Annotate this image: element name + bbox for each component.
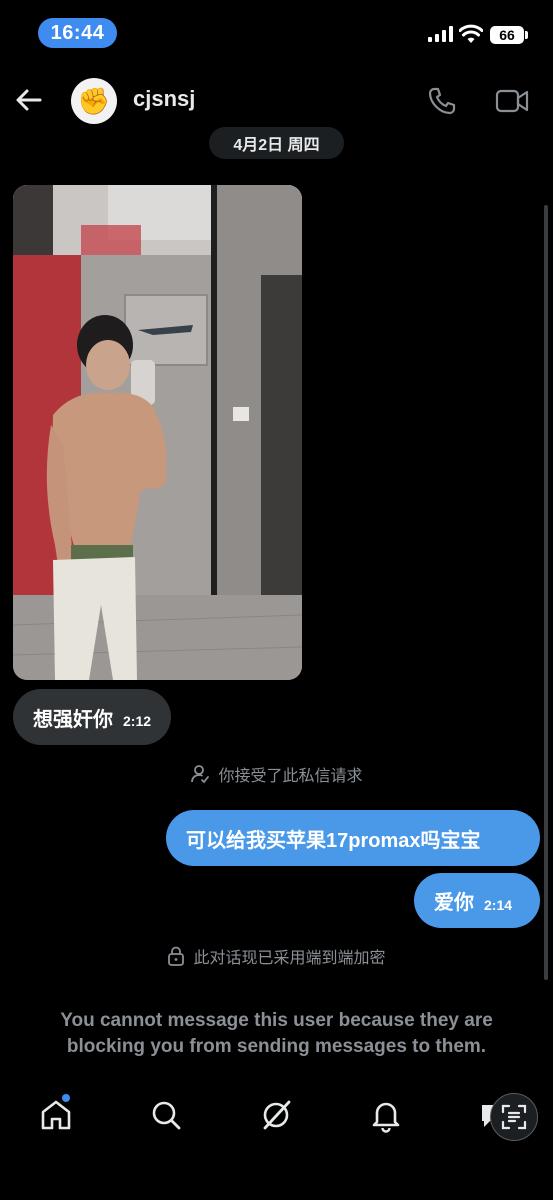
message-time: 2:12 [123, 713, 152, 729]
image-message[interactable] [13, 185, 302, 680]
avatar[interactable]: ✊ [71, 78, 117, 124]
avatar-emoji: ✊ [77, 85, 111, 116]
person-check-icon [191, 765, 210, 784]
back-arrow-icon[interactable] [14, 86, 44, 114]
blocked-notice: You cannot message this user because the… [60, 1010, 493, 1057]
battery-icon: 66 [490, 26, 524, 44]
outgoing-message[interactable]: 可以给我买苹果17promax吗宝宝 [166, 810, 540, 866]
incoming-message[interactable]: 想强奸你 2:12 [13, 689, 172, 745]
system-message-text: 你接受了此私信请求 [218, 768, 363, 785]
battery-cap [525, 31, 528, 39]
grok-scan-button[interactable] [490, 1093, 538, 1141]
message-text: 想强奸你 [33, 708, 113, 731]
system-message-accepted: 你接受了此私信请求 [0, 762, 553, 786]
phone-icon[interactable] [427, 86, 457, 116]
message-text: 可以给我买苹果17promax吗宝宝 [186, 829, 481, 852]
date-separator: 4月2日 周四 [209, 127, 344, 159]
conversation-username[interactable]: cjsnsj [133, 86, 195, 112]
home-icon[interactable] [38, 1097, 74, 1133]
lock-icon [168, 946, 185, 966]
message-text: 爱你 [434, 892, 474, 914]
message-time: 2:14 [484, 896, 513, 913]
notifications-icon[interactable] [368, 1097, 404, 1133]
video-camera-icon[interactable] [495, 87, 529, 115]
grok-icon[interactable] [258, 1097, 294, 1133]
mirror-selfie-photo [13, 185, 302, 680]
system-message-text: 此对话现已采用端到端加密 [193, 950, 386, 967]
scrollbar[interactable] [544, 205, 548, 980]
system-message-encrypted: 此对话现已采用端到端加密 [0, 944, 553, 968]
cellular-signal-icon [428, 26, 453, 42]
status-time: 16:44 [38, 18, 117, 48]
outgoing-message[interactable]: 爱你 2:14 [414, 873, 540, 928]
scan-text-icon [501, 1104, 527, 1130]
home-notification-dot [62, 1094, 70, 1102]
wifi-icon [459, 24, 483, 43]
search-icon[interactable] [148, 1097, 184, 1133]
